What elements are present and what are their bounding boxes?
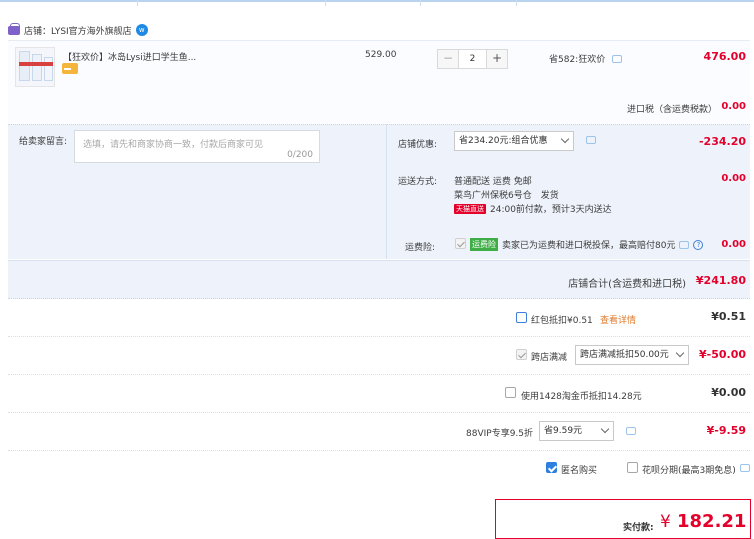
store-total-row: 店铺合计(含运费和进口税) ¥241.80 (8, 260, 750, 299)
order-item: 【狂欢价】冰岛Lysi进口学生鱼... 529.00 省582:狂欢价 476.… (8, 40, 750, 123)
increase-button[interactable]: + (486, 50, 507, 68)
anonymous-checkbox[interactable] (546, 462, 557, 473)
message-field[interactable]: 选填，请先和商家协商一致，付款后商家可见 0/200 (74, 130, 320, 163)
shipping-value: 0.00 (721, 173, 746, 184)
payable-currency: ¥ (660, 512, 671, 532)
store-coupon-selected: 省234.20元:组合优惠 (459, 136, 548, 146)
coins-value: ¥0.00 (711, 386, 746, 399)
import-tax-label: 进口税（含运费税款） (627, 105, 718, 115)
store-total-value: ¥241.80 (695, 274, 746, 287)
panel-divider (386, 124, 387, 259)
quantity-input[interactable]: 2 (459, 50, 486, 68)
installment-label: 花呗分期(最高3期免息) (642, 466, 736, 476)
red-packet-checkbox[interactable] (516, 312, 527, 323)
column-divider (137, 0, 138, 6)
coins-label: 使用1428淘金币抵扣14.28元 (521, 392, 642, 402)
shipping-label: 运送方式: (398, 177, 438, 187)
chevron-down-icon (600, 424, 610, 434)
anonymous-label: 匿名购买 (561, 466, 598, 476)
insurance-info: 运费险 卖家已为运费和进口税投保，最高赔付80元 ? (470, 238, 704, 251)
chevron-down-icon (675, 348, 685, 358)
unit-price: 529.00 (365, 50, 397, 60)
quantity-stepper[interactable]: − 2 + (437, 49, 508, 69)
store-total-label: 店铺合计(含运费和进口税) (568, 279, 686, 290)
vip-label: 88VIP专享9.5折 (466, 429, 534, 439)
insurance-checkbox[interactable] (455, 238, 466, 249)
store-name[interactable]: 店铺：LYSI官方海外旗舰店 (24, 24, 132, 37)
store-coupon-label: 店铺优惠: (398, 140, 438, 150)
cross-store-label: 跨店满减 (531, 353, 568, 363)
product-thumbnail[interactable] (15, 47, 55, 87)
red-packet-label: 红包抵扣¥0.51 (531, 316, 593, 326)
insurance-text: 卖家已为运费和进口税投保，最高赔付80元 (502, 241, 676, 251)
vip-value: ¥-9.59 (706, 424, 746, 437)
column-divider (325, 0, 326, 6)
chevron-down-icon (560, 134, 570, 144)
store-coupon-value: -234.20 (698, 135, 746, 148)
item-subtotal: 476.00 (703, 50, 746, 63)
cross-store-checkbox[interactable] (516, 349, 527, 360)
vip-select[interactable]: 省9.59元 (539, 421, 614, 441)
payable-amount: 182.21 (677, 511, 747, 532)
comment-icon[interactable] (679, 240, 690, 249)
store-header: 店铺：LYSI官方海外旗舰店 w (8, 22, 148, 38)
message-placeholder: 选填，请先和商家协商一致，付款后商家可见 (83, 140, 264, 150)
comment-icon[interactable] (740, 464, 750, 472)
red-packet-details-link[interactable]: 查看详情 (600, 313, 636, 326)
shipping-eta-text: 24:00前付款，预计3天内送达 (490, 205, 612, 215)
coins-checkbox[interactable] (505, 387, 516, 398)
decrease-button[interactable]: − (438, 50, 459, 68)
cross-store-row: 跨店满减 跨店满减抵扣50.00元 ¥-50.00 (8, 337, 750, 375)
insurance-label: 运费险: (405, 243, 436, 253)
red-packet-value: ¥0.51 (711, 310, 746, 323)
message-label: 给卖家留言: (19, 137, 68, 147)
product-title[interactable]: 【狂欢价】冰岛Lysi进口学生鱼... (63, 50, 263, 63)
column-divider (420, 0, 421, 6)
vip-selected: 省9.59元 (544, 426, 583, 436)
comment-icon[interactable] (586, 136, 596, 144)
insurance-value: 0.00 (721, 239, 746, 250)
comment-icon[interactable] (612, 55, 622, 63)
message-counter: 0/200 (287, 150, 313, 160)
store-bag-icon (8, 22, 20, 35)
shipping-eta: 天猫直送 24:00前付款，预计3天内送达 (454, 202, 612, 215)
column-divider (516, 0, 517, 6)
wangwang-chat-icon[interactable]: w (135, 24, 148, 36)
vip-row: 88VIP专享9.5折 省9.59元 ¥-9.59 (8, 413, 750, 451)
credit-card-icon (62, 63, 78, 74)
cross-store-selected: 跨店满减抵扣50.00元 (580, 350, 669, 360)
comment-icon[interactable] (626, 427, 636, 435)
red-packet-row: 红包抵扣¥0.51 查看详情 ¥0.51 (8, 299, 750, 337)
top-border (0, 0, 754, 2)
store-coupon-select[interactable]: 省234.20元:组合优惠 (454, 131, 574, 151)
cross-store-select[interactable]: 跨店满减抵扣50.00元 (575, 345, 689, 365)
shipping-method: 普通配送 运费 免邮 (454, 177, 532, 187)
installment-checkbox[interactable] (627, 462, 638, 473)
coins-row: 使用1428淘金币抵扣14.28元 ¥0.00 (8, 375, 750, 413)
discount-text: 省582:狂欢价 (549, 55, 606, 65)
tmall-direct-badge: 天猫直送 (454, 203, 486, 214)
cross-store-value: ¥-50.00 (698, 348, 746, 361)
payable-box: 实付款: ¥ 182.21 (495, 499, 751, 539)
payable-label: 实付款: (623, 523, 654, 533)
purchase-options-row: 匿名购买 花呗分期(最高3期免息) (8, 451, 750, 489)
import-tax-value: 0.00 (721, 101, 746, 112)
help-icon[interactable]: ? (693, 239, 704, 250)
shipping-warehouse: 菜鸟广州保税6号仓 发货 (454, 191, 559, 201)
insurance-tag: 运费险 (470, 238, 498, 251)
